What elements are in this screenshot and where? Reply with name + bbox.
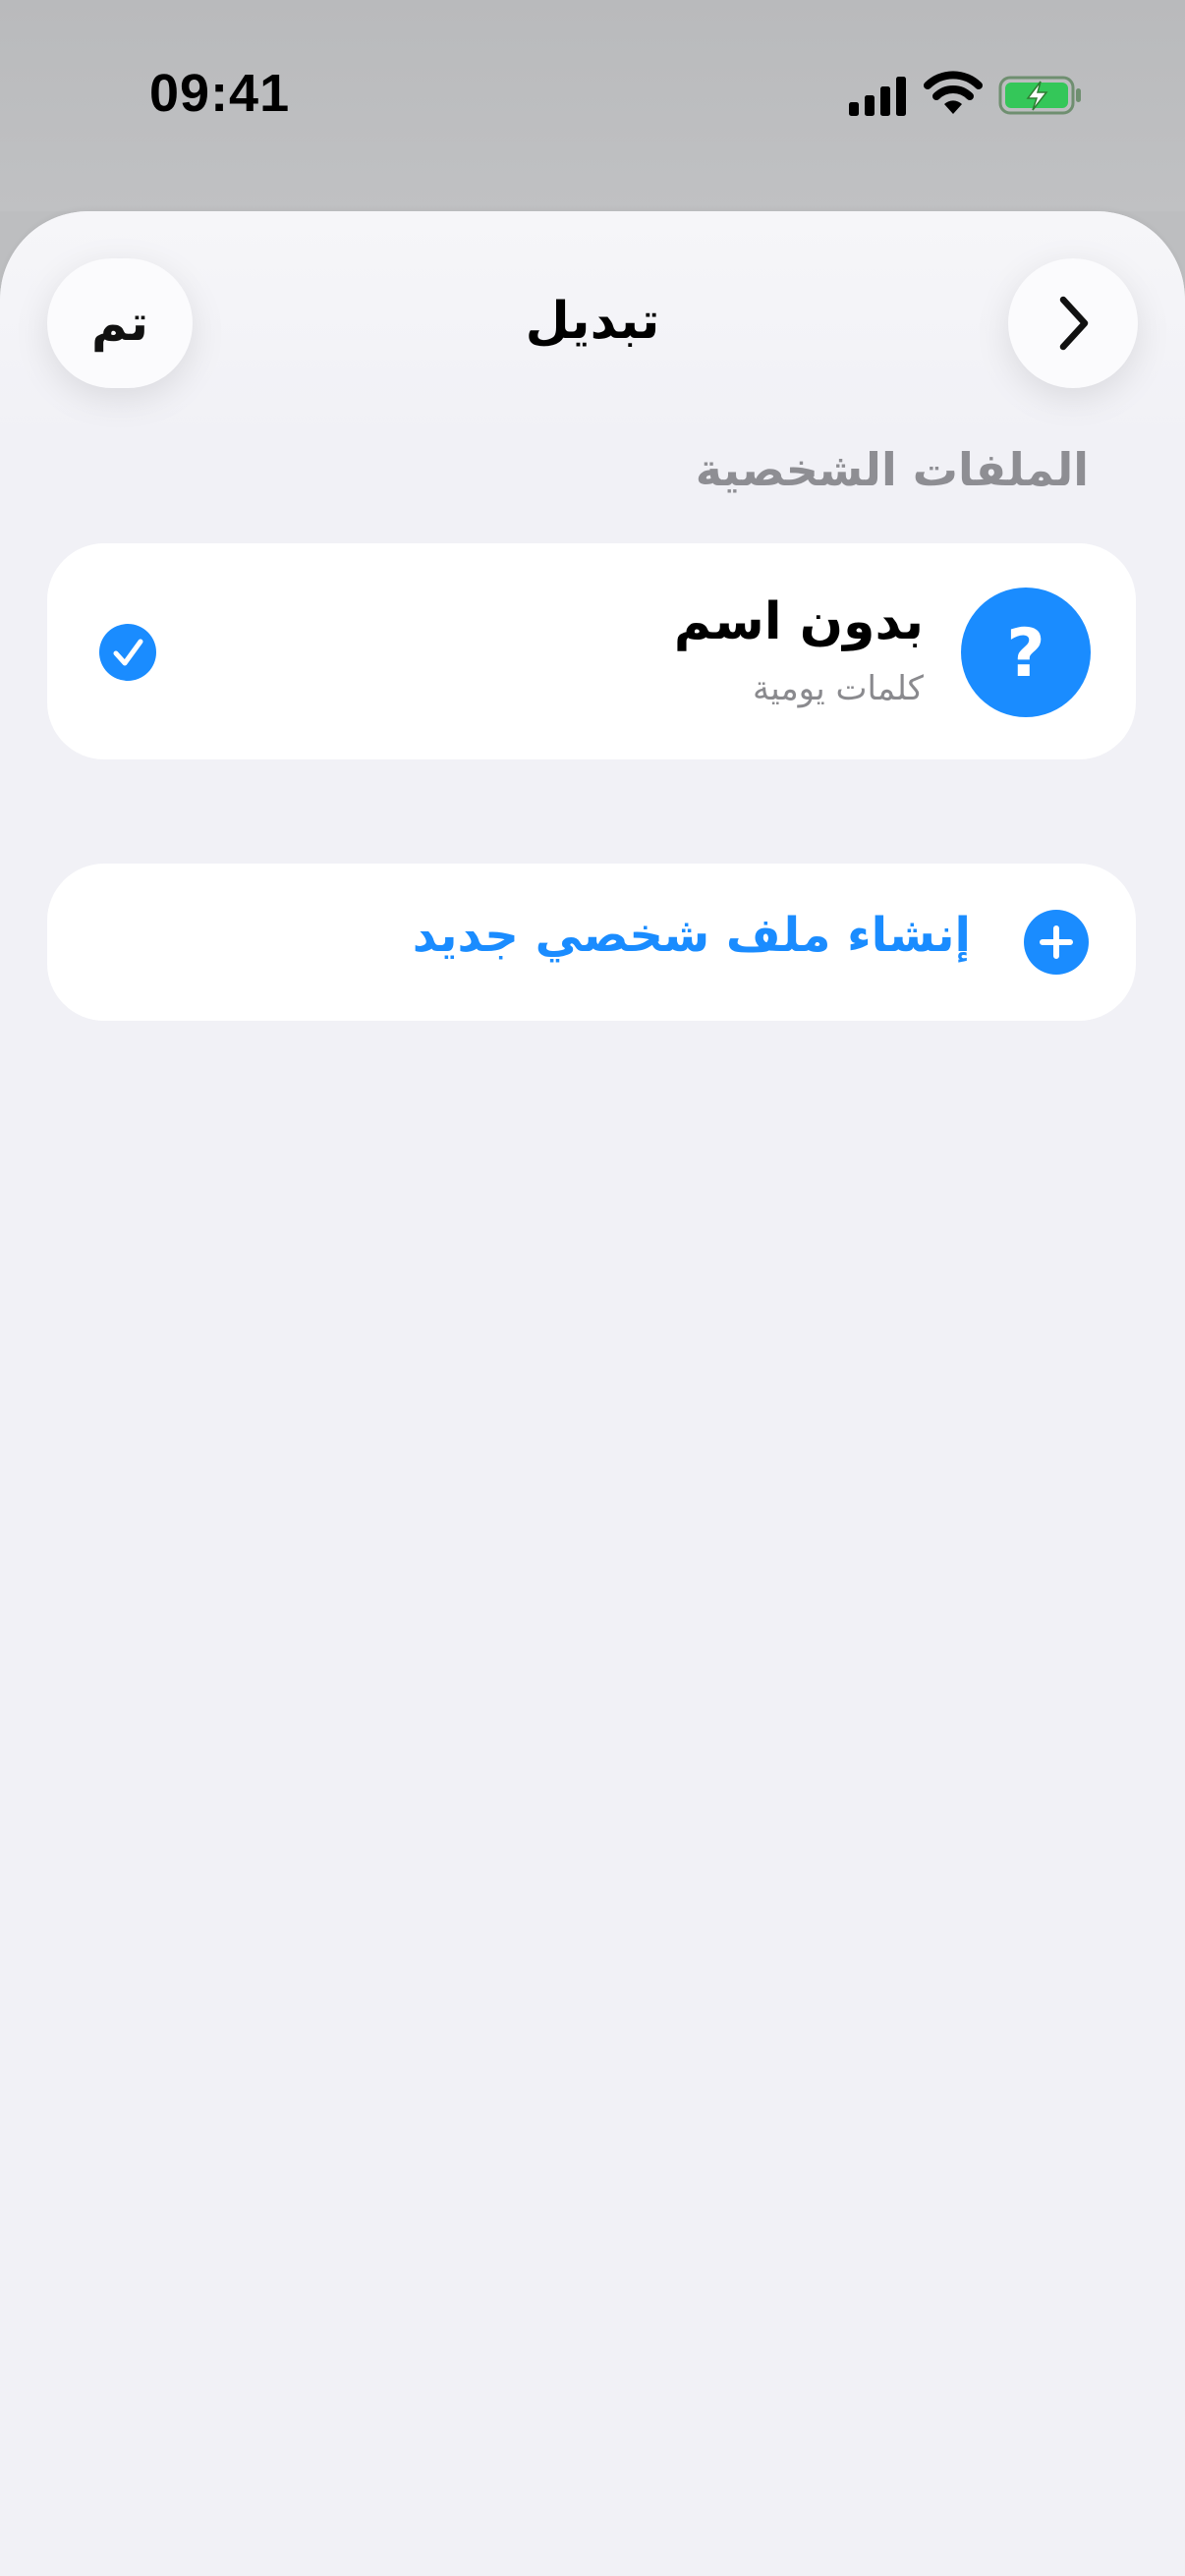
profile-subtitle: كلمات يومية [752,669,924,708]
svg-text:?: ? [1006,615,1044,692]
create-profile-label: إنشاء ملف شخصي جديد [412,908,971,963]
profile-name: بدون اسم [673,592,924,651]
status-time: 09:41 [149,64,291,123]
question-mark-icon: ? [1006,615,1044,692]
status-bar: 09:41 [0,0,1185,211]
checkmark-circle-icon [99,624,156,681]
back-button[interactable] [1008,258,1138,388]
create-profile-button[interactable]: إنشاء ملف شخصي جديد [47,864,1136,1021]
battery-charging-icon [998,76,1081,115]
wifi-icon [924,71,983,114]
plus-circle-icon [1024,910,1089,975]
chevron-right-icon [1059,296,1089,351]
switch-profile-sheet: تم تبديل الملفات الشخصية ? بدون اسم كلما… [0,211,1185,2576]
profiles-section-header: الملفات الشخصية [695,443,1089,496]
cellular-signal-icon [849,77,906,116]
profile-row[interactable]: ? بدون اسم كلمات يومية [47,543,1136,759]
profile-avatar: ? [961,588,1091,717]
